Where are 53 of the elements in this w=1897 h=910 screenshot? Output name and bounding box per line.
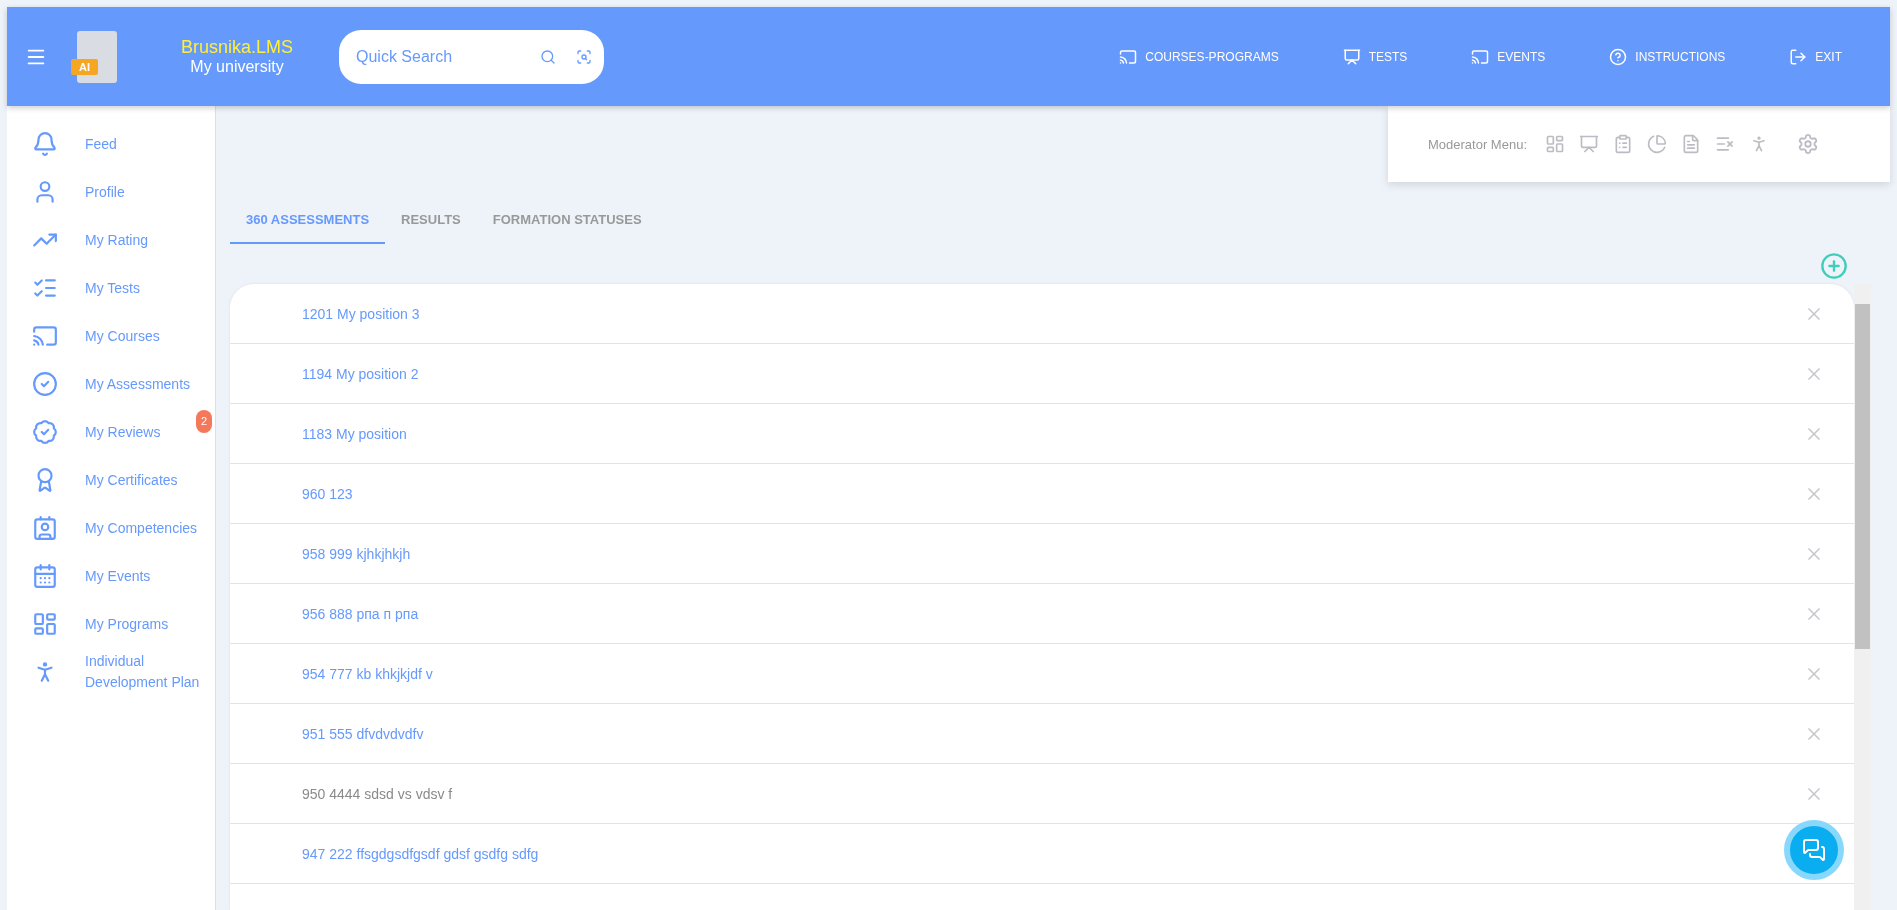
assessment-link[interactable]: 1194 My position 2 bbox=[302, 365, 419, 382]
calendar-icon bbox=[32, 563, 58, 589]
help-icon[interactable] bbox=[1609, 47, 1628, 66]
nav-link[interactable]: EVENTS bbox=[1471, 47, 1546, 66]
advanced-search-icon[interactable] bbox=[576, 48, 592, 65]
pie-chart-icon[interactable] bbox=[1647, 134, 1667, 154]
sidebar-item[interactable]: Feed bbox=[7, 120, 215, 168]
nav-link[interactable]: TESTS bbox=[1342, 47, 1408, 66]
sidebar-item[interactable]: My Competencies bbox=[7, 504, 215, 552]
document-icon[interactable] bbox=[1681, 134, 1701, 154]
brand-subtitle: My university bbox=[190, 58, 284, 76]
logo-badge: AI bbox=[71, 58, 98, 75]
sidebar-item[interactable]: Individual Development Plan bbox=[7, 648, 215, 696]
sidebar-item[interactable]: My Assessments bbox=[7, 360, 215, 408]
sidebar-item[interactable]: My Certificates bbox=[7, 456, 215, 504]
sidebar-item[interactable]: My Courses bbox=[7, 312, 215, 360]
assessment-link[interactable]: 1201 My position 3 bbox=[302, 305, 420, 322]
assessment-link[interactable]: 954 777 kb khkjkjdf v bbox=[302, 665, 433, 682]
sidebar-item[interactable]: My Rating bbox=[7, 216, 215, 264]
tab[interactable]: 360 ASSESSMENTS bbox=[230, 200, 386, 244]
nav-link[interactable]: INSTRUCTIONS bbox=[1609, 47, 1726, 66]
clipboard-icon[interactable] bbox=[1613, 134, 1633, 154]
brand-name: Brusnika.LMS bbox=[180, 37, 293, 58]
tab[interactable]: RESULTS bbox=[385, 200, 477, 244]
screen-icon[interactable] bbox=[1579, 134, 1599, 154]
nav-link[interactable]: COURSES-PROGRAMS bbox=[1119, 47, 1279, 66]
assessment-link[interactable]: 951 555 dfvdvdvdfv bbox=[302, 725, 424, 742]
dashboard-icon bbox=[32, 611, 58, 637]
add-button[interactable] bbox=[1820, 252, 1848, 280]
moderator-menu-label: Moderator Menu: bbox=[1428, 136, 1527, 152]
assessment-link[interactable]: 950 4444 sdsd vs vdsv f bbox=[302, 785, 453, 802]
sidebar-item[interactable]: My Programs bbox=[7, 600, 215, 648]
count-badge: 2 bbox=[196, 410, 213, 433]
assessment-link[interactable]: 1183 My position bbox=[302, 425, 407, 442]
assessment-link[interactable]: 947 222 ffsgdgsdfgsdf gdsf gsdfg sdfg bbox=[302, 845, 539, 862]
check-icon bbox=[32, 371, 58, 397]
search-icon[interactable] bbox=[540, 48, 556, 65]
sidebar-item[interactable]: Profile bbox=[7, 168, 215, 216]
chat-icon[interactable] bbox=[1802, 838, 1826, 862]
sidebar-item[interactable]: My Reviews 2 bbox=[7, 408, 215, 456]
settings-icon[interactable] bbox=[1797, 133, 1819, 155]
assessment-link[interactable]: 956 888 рпа п рпа bbox=[302, 605, 419, 622]
nav-link[interactable]: EXIT bbox=[1789, 47, 1842, 66]
tab[interactable]: FORMATION STATUSES bbox=[476, 200, 658, 244]
exit-icon[interactable] bbox=[1789, 47, 1808, 66]
assessment-link[interactable]: 958 999 kjhkjhkjh bbox=[302, 545, 411, 562]
dashboard-icon[interactable] bbox=[1545, 134, 1565, 154]
scrollbar[interactable] bbox=[1854, 284, 1871, 910]
assessment-link[interactable]: 960 123 bbox=[302, 485, 353, 502]
bell-icon bbox=[32, 131, 58, 157]
list-icon[interactable] bbox=[1715, 134, 1735, 154]
sidebar-item[interactable]: My Events bbox=[7, 552, 215, 600]
sidebar-item[interactable]: My Tests bbox=[7, 264, 215, 312]
